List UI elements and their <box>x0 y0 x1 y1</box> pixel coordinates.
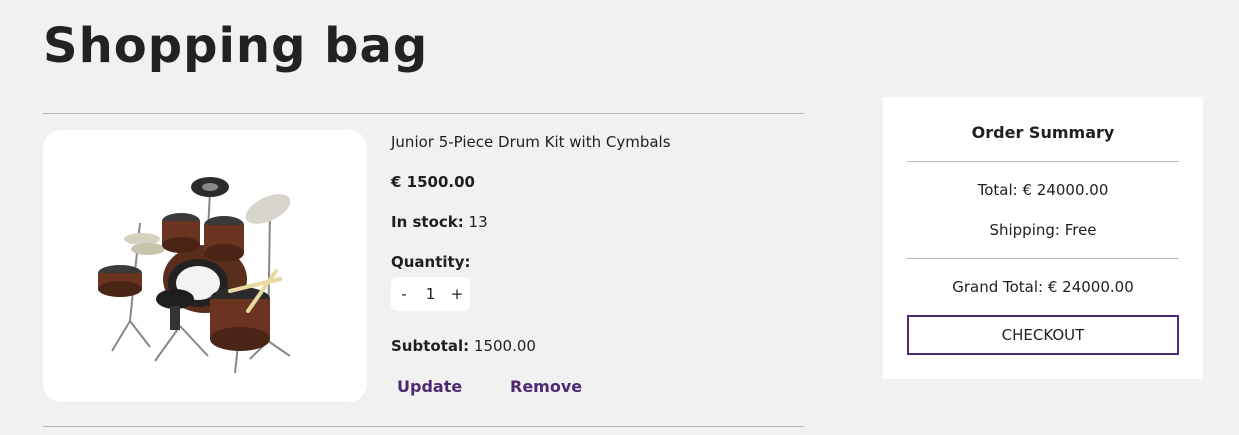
update-button[interactable]: Update <box>397 377 462 396</box>
quantity-input[interactable]: 1 <box>416 285 446 303</box>
order-summary-title: Order Summary <box>971 123 1115 142</box>
page-title: Shopping bag <box>43 18 429 74</box>
order-summary-panel: Order Summary Total: € 24000.00 Shipping… <box>883 97 1203 379</box>
increment-button[interactable]: + <box>450 285 464 303</box>
order-total: Total: € 24000.00 <box>977 181 1109 199</box>
drum-kit-image <box>98 177 291 374</box>
stock-value: 13 <box>468 213 488 231</box>
summary-divider <box>907 161 1179 162</box>
stock-info: In stock: 13 <box>391 213 488 231</box>
grand-total: Grand Total: € 24000.00 <box>952 278 1134 296</box>
stock-label: In stock: <box>391 213 464 231</box>
checkout-button[interactable]: CHECKOUT <box>907 315 1179 355</box>
remove-button[interactable]: Remove <box>510 377 582 396</box>
subtotal-value: 1500.00 <box>473 337 536 355</box>
divider-top <box>43 113 804 114</box>
product-price: € 1500.00 <box>391 173 475 191</box>
quantity-label: Quantity: <box>391 253 471 271</box>
subtotal-label: Subtotal: <box>391 337 470 355</box>
shopping-bag-page: Shopping bag Junior 5-Piece Drum Kit wit… <box>0 0 1239 435</box>
quantity-stepper: - 1 + <box>391 277 470 311</box>
subtotal: Subtotal: 1500.00 <box>391 337 536 355</box>
divider-bottom <box>43 426 804 427</box>
shipping-info: Shipping: Free <box>989 221 1097 239</box>
decrement-button[interactable]: - <box>397 285 411 303</box>
product-image <box>43 130 367 402</box>
summary-divider <box>907 258 1179 259</box>
product-name: Junior 5-Piece Drum Kit with Cymbals <box>391 133 671 151</box>
